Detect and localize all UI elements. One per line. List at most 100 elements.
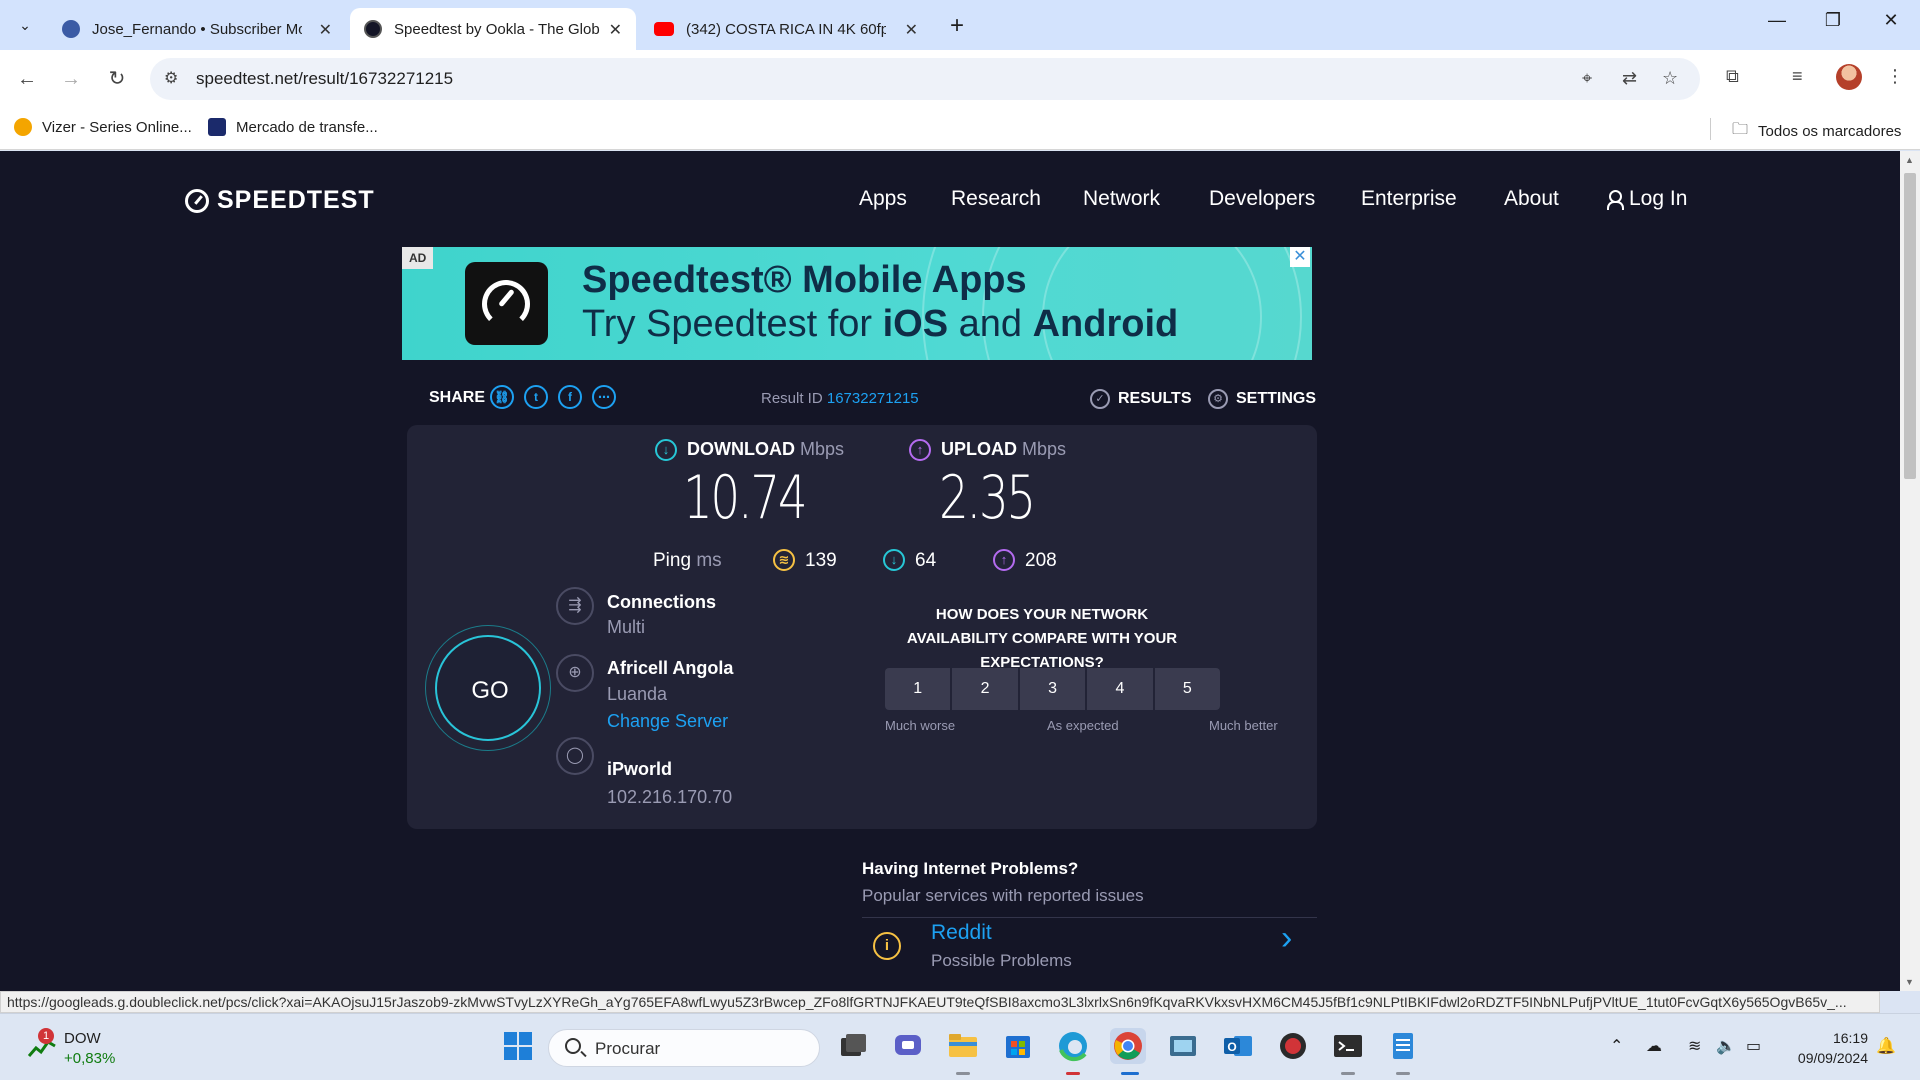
ad-close-icon[interactable]: ✕: [1290, 247, 1310, 267]
close-window-icon[interactable]: ✕: [1876, 10, 1906, 31]
upload-value: 2.35: [939, 463, 1036, 533]
close-tab-icon[interactable]: ✕: [319, 20, 332, 40]
teams-chat-icon[interactable]: [890, 1028, 926, 1064]
taskbar-search[interactable]: Procurar: [548, 1029, 820, 1067]
download-ping-icon: ↓: [883, 549, 905, 571]
translate-icon[interactable]: ⇄: [1622, 68, 1637, 89]
close-tab-icon[interactable]: ✕: [905, 20, 918, 40]
new-tab-button[interactable]: +: [950, 12, 964, 40]
start-windows-icon[interactable]: [500, 1028, 536, 1064]
tab-youtube[interactable]: (342) COSTA RICA IN 4K 60fps I ✕: [640, 8, 932, 50]
all-bookmarks[interactable]: 🗀 Todos os marcadores: [1732, 118, 1901, 145]
microsoft-store-icon[interactable]: [1000, 1028, 1036, 1064]
onedrive-icon[interactable]: ☁: [1646, 1036, 1662, 1056]
outlook-icon[interactable]: O: [1220, 1028, 1256, 1064]
system-clock[interactable]: 16:19 09/09/2024: [1788, 1028, 1868, 1068]
bookmark-label: Vizer - Series Online...: [42, 118, 192, 136]
nav-developers[interactable]: Developers: [1209, 187, 1315, 211]
wifi-icon[interactable]: ≋: [1688, 1036, 1701, 1056]
back-button[interactable]: ←: [12, 64, 42, 94]
volume-icon[interactable]: 🔈: [1716, 1036, 1736, 1056]
facebook-icon[interactable]: f: [558, 385, 582, 409]
bookmark-star-icon[interactable]: ☆: [1662, 68, 1678, 89]
app-running-indicator: [1066, 1072, 1080, 1075]
reload-button[interactable]: ↻: [102, 64, 132, 94]
notepad-icon[interactable]: [1385, 1028, 1421, 1064]
tab-subscriber[interactable]: Jose_Fernando • Subscriber Mo ✕: [48, 8, 346, 50]
result-id-link[interactable]: 16732271215: [827, 390, 919, 407]
tab-speedtest[interactable]: Speedtest by Ookla - The Globa ✕: [350, 8, 636, 50]
download-label: DOWNLOAD Mbps: [687, 439, 845, 459]
stock-change: +0,83%: [64, 1050, 116, 1067]
location-icon[interactable]: ⌖: [1582, 68, 1592, 89]
snipping-tool-icon[interactable]: [1165, 1028, 1201, 1064]
nav-network[interactable]: Network: [1083, 187, 1160, 211]
rating-3-button[interactable]: 3: [1019, 668, 1086, 710]
notification-badge: 1: [38, 1028, 54, 1044]
battery-icon[interactable]: ▭: [1746, 1036, 1761, 1056]
nav-research[interactable]: Research: [951, 187, 1041, 211]
rating-2-button[interactable]: 2: [952, 668, 1018, 710]
speedtest-favicon-icon: [364, 20, 382, 38]
ping-download-value: 64: [915, 550, 937, 571]
settings-button[interactable]: ⚙ SETTINGS: [1208, 389, 1316, 409]
transfermarkt-favicon-icon: [208, 118, 226, 136]
profile-avatar[interactable]: [1836, 64, 1862, 90]
url-text[interactable]: speedtest.net/result/16732271215: [196, 69, 453, 89]
results-button[interactable]: ✓ RESULTS: [1090, 389, 1191, 409]
ad-badge: AD: [402, 247, 434, 269]
bookmark-mercado[interactable]: Mercado de transfe...: [208, 118, 378, 136]
task-view-icon[interactable]: [835, 1028, 871, 1064]
scroll-thumb[interactable]: [1904, 173, 1916, 479]
file-explorer-icon[interactable]: [945, 1028, 981, 1064]
nav-about[interactable]: About: [1504, 187, 1559, 211]
close-tab-icon[interactable]: ✕: [609, 20, 622, 40]
extensions-icon[interactable]: ⧉: [1726, 66, 1739, 87]
login-link[interactable]: Log In: [1607, 187, 1687, 211]
address-bar[interactable]: ⚙ speedtest.net/result/16732271215 ⌖ ⇄ ☆: [150, 58, 1700, 100]
app-running-indicator: [1396, 1072, 1410, 1075]
logo-text: SPEEDTEST: [217, 186, 375, 214]
go-button[interactable]: GO: [425, 625, 551, 751]
app-active-indicator: [1121, 1072, 1139, 1075]
notifications-bell-icon[interactable]: 🔔: [1876, 1036, 1896, 1056]
tab-search-button[interactable]: ⌄: [10, 10, 40, 40]
problems-divider: [862, 917, 1317, 918]
minimize-icon[interactable]: —: [1762, 10, 1792, 31]
rating-caption-mid: As expected: [1047, 718, 1119, 733]
restore-icon[interactable]: ❐: [1818, 10, 1848, 31]
media-control-icon[interactable]: ≡: [1792, 66, 1803, 87]
tab-title: (342) COSTA RICA IN 4K 60fps I: [686, 20, 886, 38]
connections-icon: ⇶: [556, 587, 594, 625]
forward-button[interactable]: →: [56, 64, 86, 94]
edge-icon[interactable]: [1055, 1028, 1091, 1064]
link-icon[interactable]: ⛓: [490, 385, 514, 409]
antivirus-icon[interactable]: [1275, 1028, 1311, 1064]
menu-icon[interactable]: ⋮: [1886, 66, 1904, 87]
problem-service-name[interactable]: Reddit: [931, 921, 992, 945]
nav-enterprise[interactable]: Enterprise: [1361, 187, 1457, 211]
site-info-icon[interactable]: ⚙: [164, 68, 178, 88]
more-share-icon[interactable]: ⋯: [592, 385, 616, 409]
nav-apps[interactable]: Apps: [859, 187, 907, 211]
upload-icon: ↑: [909, 439, 931, 461]
chevron-right-icon[interactable]: ›: [1281, 919, 1292, 958]
bookmark-vizer[interactable]: Vizer - Series Online...: [14, 118, 192, 136]
show-hidden-icons-icon[interactable]: ⌃: [1610, 1036, 1623, 1056]
ad-banner[interactable]: Speedtest® Mobile Apps Try Speedtest for…: [402, 247, 1312, 360]
globe-icon: ⊕: [556, 654, 594, 692]
scroll-up-icon[interactable]: ▲: [1905, 155, 1914, 165]
rating-4-button[interactable]: 4: [1087, 668, 1153, 710]
page-scrollbar[interactable]: ▲ ▼: [1900, 151, 1920, 991]
speedtest-logo[interactable]: SPEEDTEST: [185, 186, 375, 215]
clock-date: 09/09/2024: [1797, 1050, 1868, 1066]
rating-5-button[interactable]: 5: [1154, 668, 1221, 710]
terminal-icon[interactable]: [1330, 1028, 1366, 1064]
change-server-link[interactable]: Change Server: [607, 711, 728, 732]
youtube-favicon-icon: [654, 22, 674, 36]
twitter-icon[interactable]: t: [524, 385, 548, 409]
rating-1-button[interactable]: 1: [885, 668, 951, 710]
settings-label: SETTINGS: [1236, 390, 1317, 407]
scroll-down-icon[interactable]: ▼: [1905, 977, 1914, 987]
chrome-icon[interactable]: [1110, 1028, 1146, 1064]
